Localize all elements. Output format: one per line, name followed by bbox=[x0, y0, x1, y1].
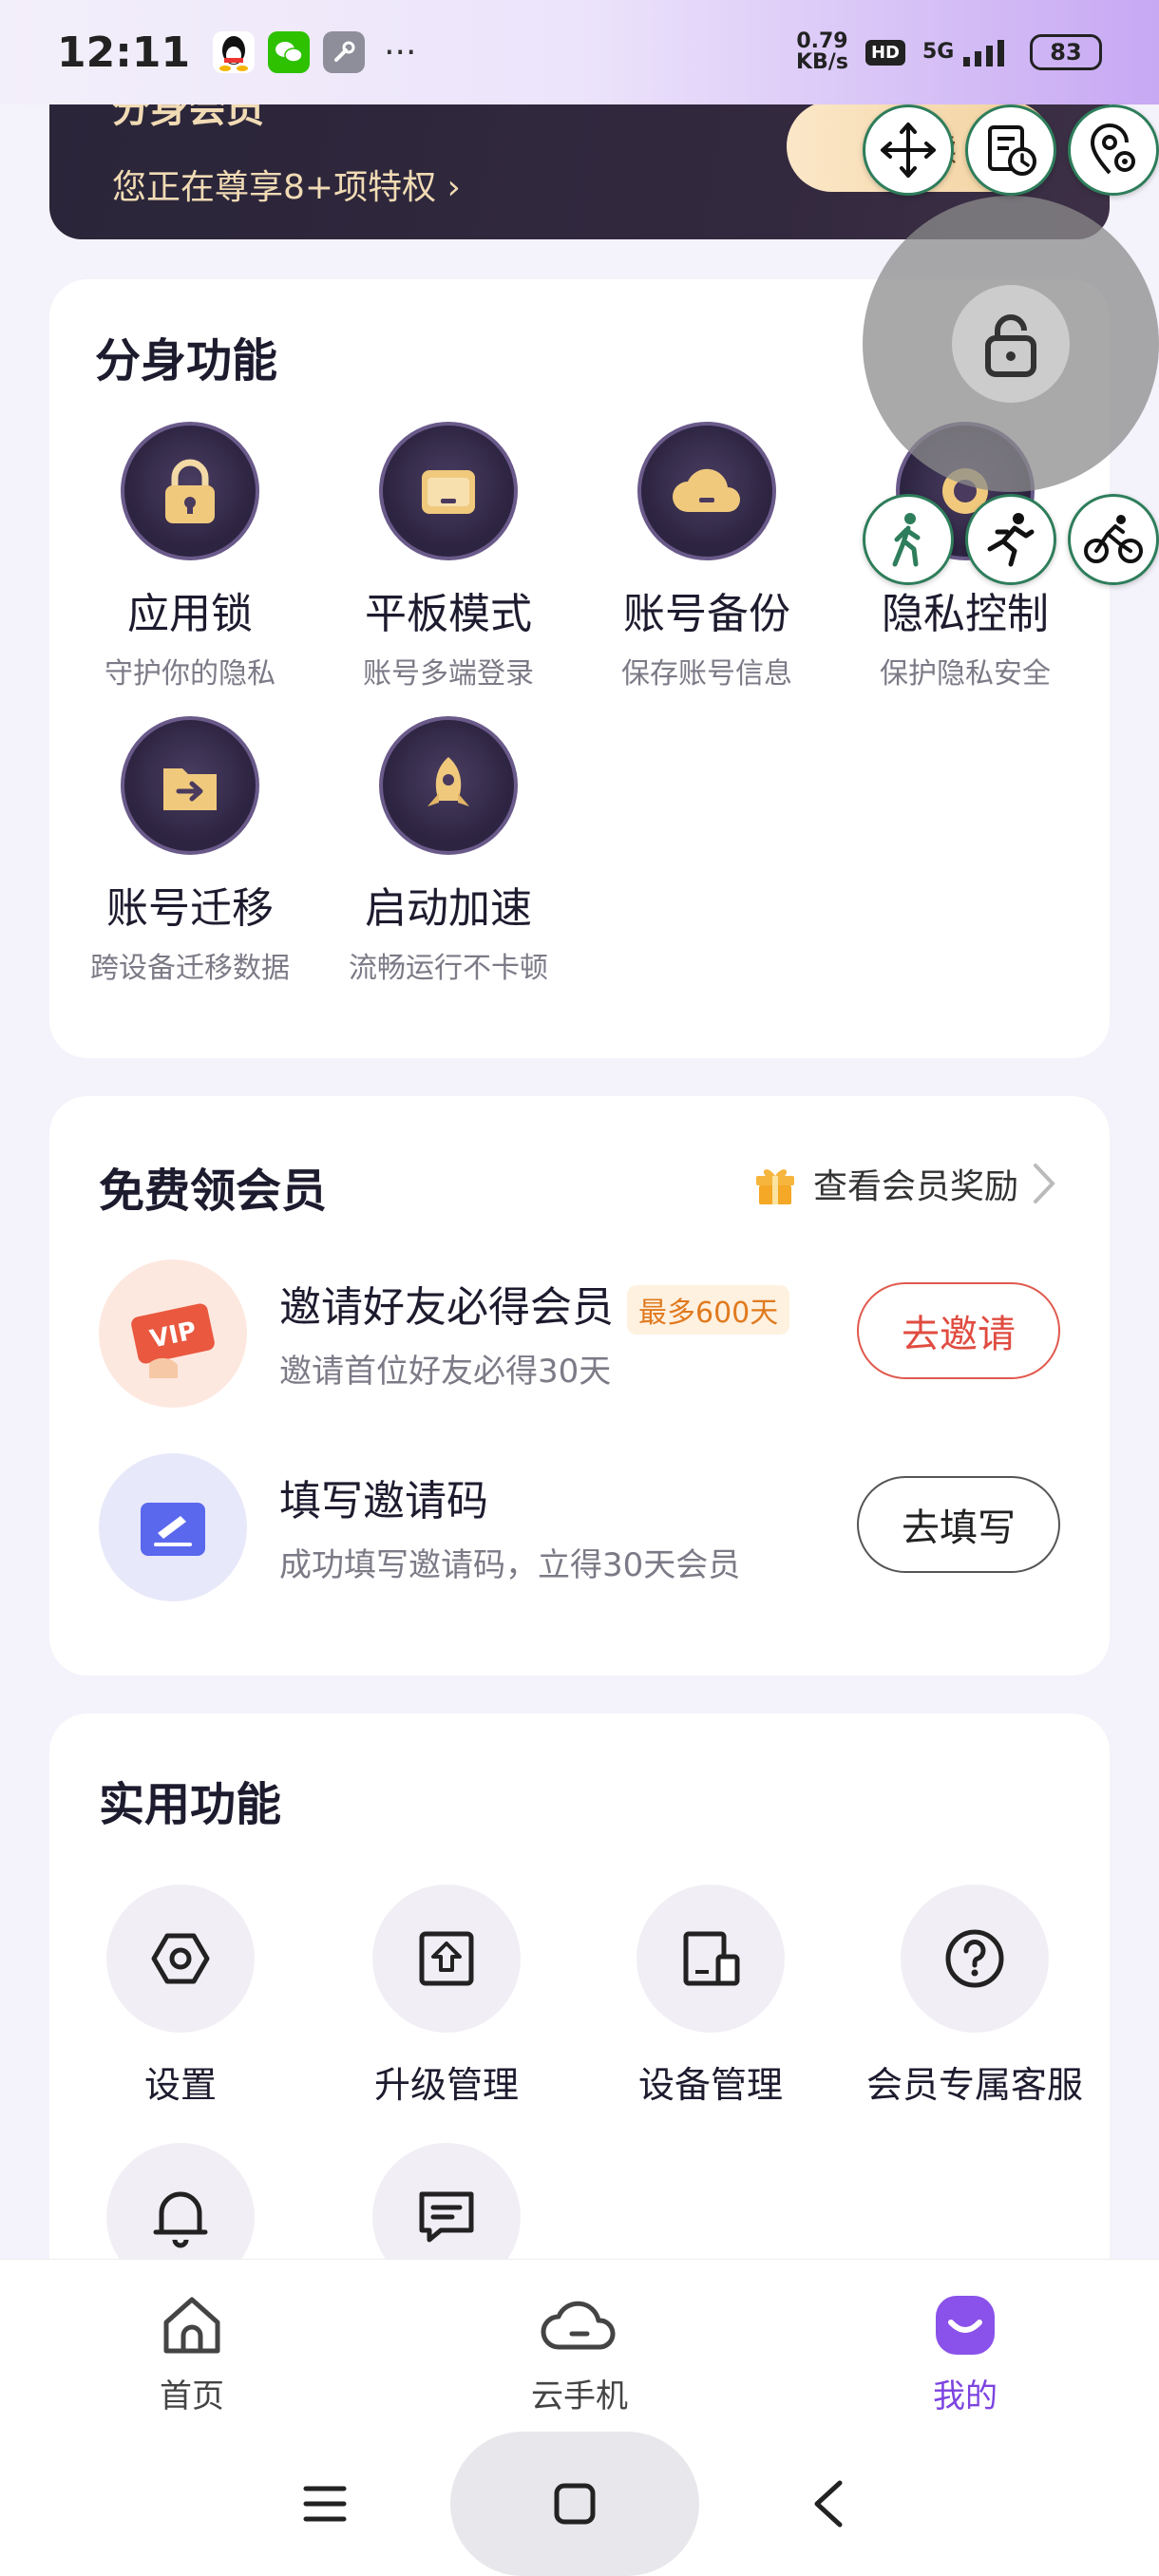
unlock-icon bbox=[952, 285, 1070, 403]
invite-title: 邀请好友必得会员 最多600天 bbox=[279, 1273, 790, 1335]
home-button[interactable] bbox=[450, 2432, 699, 2576]
tab-mine[interactable]: 我的 bbox=[870, 2294, 1060, 2416]
vip-subtitle: 您正在尊享8+项特权 › bbox=[112, 168, 461, 207]
wrench-icon bbox=[323, 31, 366, 73]
document-clock-icon bbox=[988, 125, 1036, 176]
location-settings-button[interactable] bbox=[1068, 104, 1159, 196]
profile-icon bbox=[936, 2296, 995, 2355]
view-rewards-link[interactable]: 查看会员奖励 bbox=[750, 1159, 1056, 1208]
cloud-icon bbox=[637, 422, 776, 560]
status-time: 12:11 bbox=[57, 28, 191, 77]
free-vip-title: 免费领会员 bbox=[99, 1165, 328, 1218]
util-settings[interactable]: 设置 bbox=[57, 1885, 304, 2108]
battery-indicator: 83 bbox=[1030, 34, 1102, 70]
wechat-icon bbox=[268, 31, 311, 73]
rocket-icon bbox=[379, 716, 518, 855]
square-home-icon bbox=[554, 2483, 596, 2525]
tab-home-label: 首页 bbox=[160, 2377, 224, 2415]
menu-icon[interactable] bbox=[302, 2481, 348, 2527]
feature-desc: 守护你的隐私 bbox=[104, 657, 276, 691]
feature-desc: 保存账号信息 bbox=[621, 657, 792, 691]
device-icon bbox=[636, 1885, 785, 2033]
chevron-right-icon bbox=[1034, 1164, 1055, 1203]
home-icon bbox=[163, 2297, 220, 2354]
util-vip-service[interactable]: 会员专属客服 bbox=[851, 1885, 1098, 2108]
walking-icon bbox=[892, 513, 921, 567]
walk-mode-button[interactable] bbox=[863, 494, 954, 585]
move-arrows-icon bbox=[881, 123, 936, 178]
move-handle-button[interactable] bbox=[863, 104, 954, 196]
upgrade-icon bbox=[372, 1885, 521, 2033]
util-label: 设置 bbox=[143, 2064, 217, 2106]
help-icon bbox=[901, 1885, 1049, 2033]
gift-icon bbox=[755, 1169, 794, 1204]
schedule-button[interactable] bbox=[965, 104, 1056, 196]
network-type: 5G bbox=[922, 40, 955, 64]
feature-label: 启动加速 bbox=[365, 884, 532, 933]
max-days-badge: 最多600天 bbox=[627, 1285, 790, 1335]
feature-label: 隐私控制 bbox=[882, 590, 1049, 638]
feature-launch-boost[interactable]: 启动加速 流畅运行不卡顿 bbox=[330, 716, 567, 986]
invite-friend-row: VIP 邀请好友必得会员 最多600天 邀请首位好友必得30天 去邀请 bbox=[99, 1260, 1060, 1411]
free-vip-card: 免费领会员 查看会员奖励 VIP 邀请好友必得会员 最多600天 邀请首位好友必得… bbox=[49, 1096, 1110, 1676]
bike-mode-button[interactable] bbox=[1068, 494, 1159, 585]
clone-features-title: 分身功能 bbox=[95, 334, 278, 388]
invite-button[interactable]: 去邀请 bbox=[857, 1282, 1060, 1379]
qq-icon bbox=[213, 31, 256, 73]
lock-overlay[interactable] bbox=[863, 196, 1159, 492]
status-indicators: 0.79 KB/s HD 5G 83 bbox=[796, 31, 1102, 73]
feature-label: 应用锁 bbox=[127, 590, 253, 638]
invite-desc: 邀请首位好友必得30天 bbox=[279, 1353, 612, 1391]
vip-ticket-icon: VIP bbox=[99, 1260, 247, 1408]
running-icon bbox=[987, 513, 1035, 567]
system-nav-bar bbox=[0, 2432, 1159, 2576]
utilities-title: 实用功能 bbox=[99, 1778, 282, 1831]
util-label: 会员专属客服 bbox=[865, 2064, 1083, 2106]
code-title: 填写邀请码 bbox=[279, 1477, 488, 1525]
more-notifications-icon: ··· bbox=[384, 32, 417, 72]
network-speed: 0.79 KB/s bbox=[796, 31, 848, 73]
feature-account-migration[interactable]: 账号迁移 跨设备迁移数据 bbox=[71, 716, 309, 986]
status-bar: 12:11 ··· 0.79 KB/s HD 5G 83 bbox=[0, 0, 1159, 104]
tablet-icon bbox=[379, 422, 518, 560]
feature-account-backup[interactable]: 账号备份 保存账号信息 bbox=[588, 422, 826, 691]
feature-label: 账号迁移 bbox=[106, 884, 274, 933]
util-upgrade[interactable]: 升级管理 bbox=[323, 1885, 570, 2108]
util-label: 升级管理 bbox=[373, 2064, 519, 2106]
code-desc: 成功填写邀请码，立得30天会员 bbox=[279, 1546, 741, 1584]
cycling-icon bbox=[1084, 515, 1143, 563]
tab-cloud-phone-label: 云手机 bbox=[531, 2377, 628, 2415]
network-speed-value: 0.79 bbox=[796, 29, 848, 53]
folder-migrate-icon bbox=[121, 716, 259, 855]
feature-label: 平板模式 bbox=[365, 590, 532, 638]
cloud-phone-icon bbox=[541, 2301, 616, 2350]
feature-desc: 跨设备迁移数据 bbox=[90, 952, 290, 985]
settings-hex-icon bbox=[106, 1885, 255, 2033]
view-rewards-label: 查看会员奖励 bbox=[812, 1167, 1018, 1206]
tab-cloud-phone[interactable]: 云手机 bbox=[484, 2294, 674, 2416]
feature-app-lock[interactable]: 应用锁 守护你的隐私 bbox=[71, 422, 309, 691]
edit-code-icon bbox=[99, 1453, 247, 1601]
hd-badge: HD bbox=[864, 39, 905, 66]
back-icon[interactable] bbox=[809, 2477, 847, 2530]
tab-home[interactable]: 首页 bbox=[97, 2294, 287, 2416]
invite-title-text: 邀请好友必得会员 bbox=[279, 1283, 614, 1332]
feature-desc: 保护隐私安全 bbox=[880, 657, 1051, 691]
util-label: 设备管理 bbox=[637, 2064, 783, 2106]
utilities-card: 实用功能 设置 升级管理 设备管理 会员专属客服 bbox=[49, 1714, 1110, 2321]
invite-code-row: 填写邀请码 成功填写邀请码，立得30天会员 去填写 bbox=[99, 1453, 1060, 1605]
location-gear-icon bbox=[1090, 123, 1135, 175]
feature-desc: 流畅运行不卡顿 bbox=[349, 952, 548, 985]
util-device[interactable]: 设备管理 bbox=[587, 1885, 834, 2108]
tab-mine-label: 我的 bbox=[933, 2377, 998, 2415]
lock-icon bbox=[121, 422, 259, 560]
fill-code-button[interactable]: 去填写 bbox=[857, 1476, 1060, 1573]
run-mode-button[interactable] bbox=[965, 494, 1056, 585]
network-speed-unit: KB/s bbox=[795, 50, 848, 74]
feature-label: 账号备份 bbox=[623, 590, 790, 638]
signal-icon: 5G bbox=[922, 38, 1013, 66]
feature-desc: 账号多端登录 bbox=[363, 657, 534, 691]
feature-tablet-mode[interactable]: 平板模式 账号多端登录 bbox=[330, 422, 567, 691]
